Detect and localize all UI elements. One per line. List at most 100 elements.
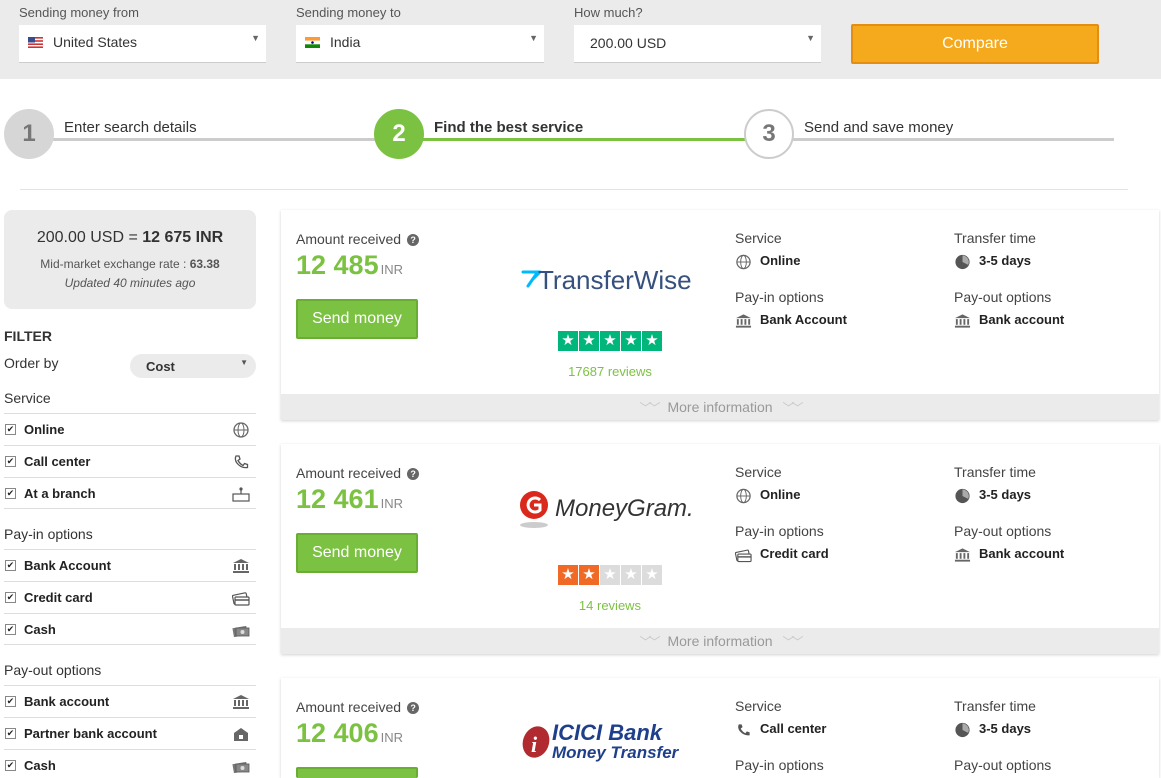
- moneygram-logo[interactable]: MoneyGram.: [518, 484, 703, 544]
- divider: [20, 189, 1128, 190]
- filter-title: FILTER: [4, 328, 52, 344]
- checkbox[interactable]: ✔: [5, 592, 16, 603]
- filter-item-call-center[interactable]: ✔ Call center: [4, 445, 256, 477]
- filter-item-label: Bank account: [24, 694, 110, 709]
- globe-icon: [736, 488, 751, 504]
- service-label: Service: [735, 698, 782, 714]
- more-information-toggle[interactable]: ﹀﹀ More information ﹀﹀: [281, 394, 1159, 420]
- amount-received-label: Amount received?: [296, 699, 420, 715]
- bank-icon: [735, 314, 752, 328]
- pay-in-label: Pay-in options: [735, 289, 824, 305]
- filter-item-partner-bank[interactable]: ✔ Partner bank account: [4, 717, 256, 749]
- step-3-number: 3: [744, 109, 794, 159]
- service-label: Service: [735, 230, 782, 246]
- pay-out-label: Pay-out options: [954, 523, 1052, 539]
- double-chevron-down-icon: ﹀﹀: [782, 635, 804, 649]
- rate-updated-text: Updated 40 minutes ago: [64, 276, 196, 290]
- filter-item-credit-card[interactable]: ✔ Credit card: [4, 581, 256, 613]
- filter-item-at-branch[interactable]: ✔ At a branch: [4, 477, 256, 509]
- amount-received-value: 12 485 INR: [296, 250, 403, 280]
- help-icon[interactable]: ?: [407, 468, 420, 480]
- filter-group-service: Service: [4, 390, 51, 406]
- filter-item-cash-in[interactable]: ✔ Cash: [4, 613, 256, 645]
- provider-card-icici: Amount received? 12 406 INR i ICICI Bank …: [281, 678, 1159, 778]
- reviews-link[interactable]: 14 reviews: [510, 598, 710, 613]
- service-value: Online: [760, 487, 801, 502]
- bank-icon: [954, 548, 971, 562]
- help-icon[interactable]: ?: [407, 702, 420, 714]
- checkbox[interactable]: ✔: [5, 560, 16, 571]
- checkbox[interactable]: ✔: [5, 728, 16, 739]
- step-line-2: [398, 138, 748, 141]
- filter-item-online[interactable]: ✔ Online: [4, 413, 256, 445]
- svg-text:ICICI Bank: ICICI Bank: [552, 720, 664, 745]
- checkbox[interactable]: ✔: [5, 424, 16, 435]
- send-money-button[interactable]: Send money: [296, 299, 418, 339]
- chevron-down-icon: ▼: [806, 33, 815, 43]
- partner-bank-icon: [234, 728, 248, 741]
- checkbox[interactable]: ✔: [5, 696, 16, 707]
- cash-icon: [232, 761, 250, 774]
- service-label: Service: [735, 464, 782, 480]
- order-by-select[interactable]: Cost ▼: [130, 354, 256, 378]
- rate-summary: 200.00 USD = 12 675 INR: [4, 229, 256, 247]
- order-by-value: Cost: [146, 359, 175, 374]
- bank-icon: [233, 559, 249, 573]
- clock-icon: [955, 254, 970, 270]
- to-select[interactable]: India ▼: [296, 25, 544, 63]
- pay-out-label: Pay-out options: [954, 289, 1052, 305]
- globe-icon: [736, 254, 751, 270]
- send-money-button[interactable]: [296, 767, 418, 778]
- checkbox[interactable]: ✔: [5, 624, 16, 635]
- filter-item-bank-account[interactable]: ✔ Bank Account: [4, 549, 256, 581]
- amount-received-label: Amount received?: [296, 465, 420, 481]
- transfer-time-value: 3-5 days: [979, 721, 1032, 736]
- clock-icon: [955, 488, 970, 504]
- from-label: Sending money from: [19, 5, 139, 20]
- credit-card-icon: [735, 549, 752, 563]
- double-chevron-down-icon: ﹀﹀: [639, 401, 660, 415]
- step-1-label: Enter search details: [64, 119, 197, 136]
- icici-logo[interactable]: i ICICI Bank Money Transfer: [518, 716, 703, 766]
- amount-input[interactable]: 200.00 USD ▼: [574, 25, 821, 63]
- svg-text:Money Transfer: Money Transfer: [552, 743, 680, 762]
- compare-button[interactable]: Compare: [851, 24, 1099, 64]
- filter-item-cash-out[interactable]: ✔ Cash: [4, 749, 256, 778]
- rating-stars: ★ ★ ★ ★ ★: [558, 565, 663, 585]
- service-value: Online: [760, 253, 801, 268]
- step-line-1: [28, 138, 378, 141]
- send-money-button[interactable]: Send money: [296, 533, 418, 573]
- from-select[interactable]: United States ▼: [19, 25, 266, 63]
- svg-text:MoneyGram.: MoneyGram.: [555, 495, 694, 522]
- progress-steps: 1 Enter search details 2 Find the best s…: [0, 100, 1161, 170]
- filter-item-bank-account-out[interactable]: ✔ Bank account: [4, 685, 256, 717]
- amount-label: How much?: [574, 5, 643, 20]
- filter-item-label: Online: [24, 422, 65, 437]
- more-information-toggle[interactable]: ﹀﹀ More information ﹀﹀: [281, 628, 1159, 654]
- star-icon: ★: [642, 331, 662, 351]
- pay-in-value: Credit card: [760, 546, 829, 561]
- transfer-time-value: 3-5 days: [979, 487, 1032, 502]
- double-chevron-down-icon: ﹀﹀: [639, 635, 660, 649]
- reviews-link[interactable]: 17687 reviews: [510, 364, 710, 379]
- to-label: Sending money to: [296, 5, 401, 20]
- service-value: Call center: [760, 721, 827, 736]
- cash-icon: [232, 625, 250, 638]
- step-line-3: [768, 138, 1114, 141]
- star-icon: ★: [600, 565, 620, 585]
- star-icon: ★: [621, 565, 641, 585]
- checkbox[interactable]: ✔: [5, 760, 16, 771]
- transferwise-logo[interactable]: TransferWise: [518, 250, 703, 310]
- rate-converted: 12 675 INR: [142, 229, 224, 246]
- checkbox[interactable]: ✔: [5, 488, 16, 499]
- star-icon: ★: [558, 331, 578, 351]
- mid-market-rate: Mid-market exchange rate : 63.38: [4, 257, 256, 271]
- branch-icon: [232, 487, 250, 502]
- pay-out-label: Pay-out options: [954, 757, 1052, 773]
- filter-item-label: Credit card: [24, 590, 93, 605]
- help-icon[interactable]: ?: [407, 234, 420, 246]
- pay-in-value: Bank Account: [760, 312, 847, 327]
- order-by-label: Order by: [4, 355, 59, 371]
- filter-item-label: Bank Account: [24, 558, 111, 573]
- checkbox[interactable]: ✔: [5, 456, 16, 467]
